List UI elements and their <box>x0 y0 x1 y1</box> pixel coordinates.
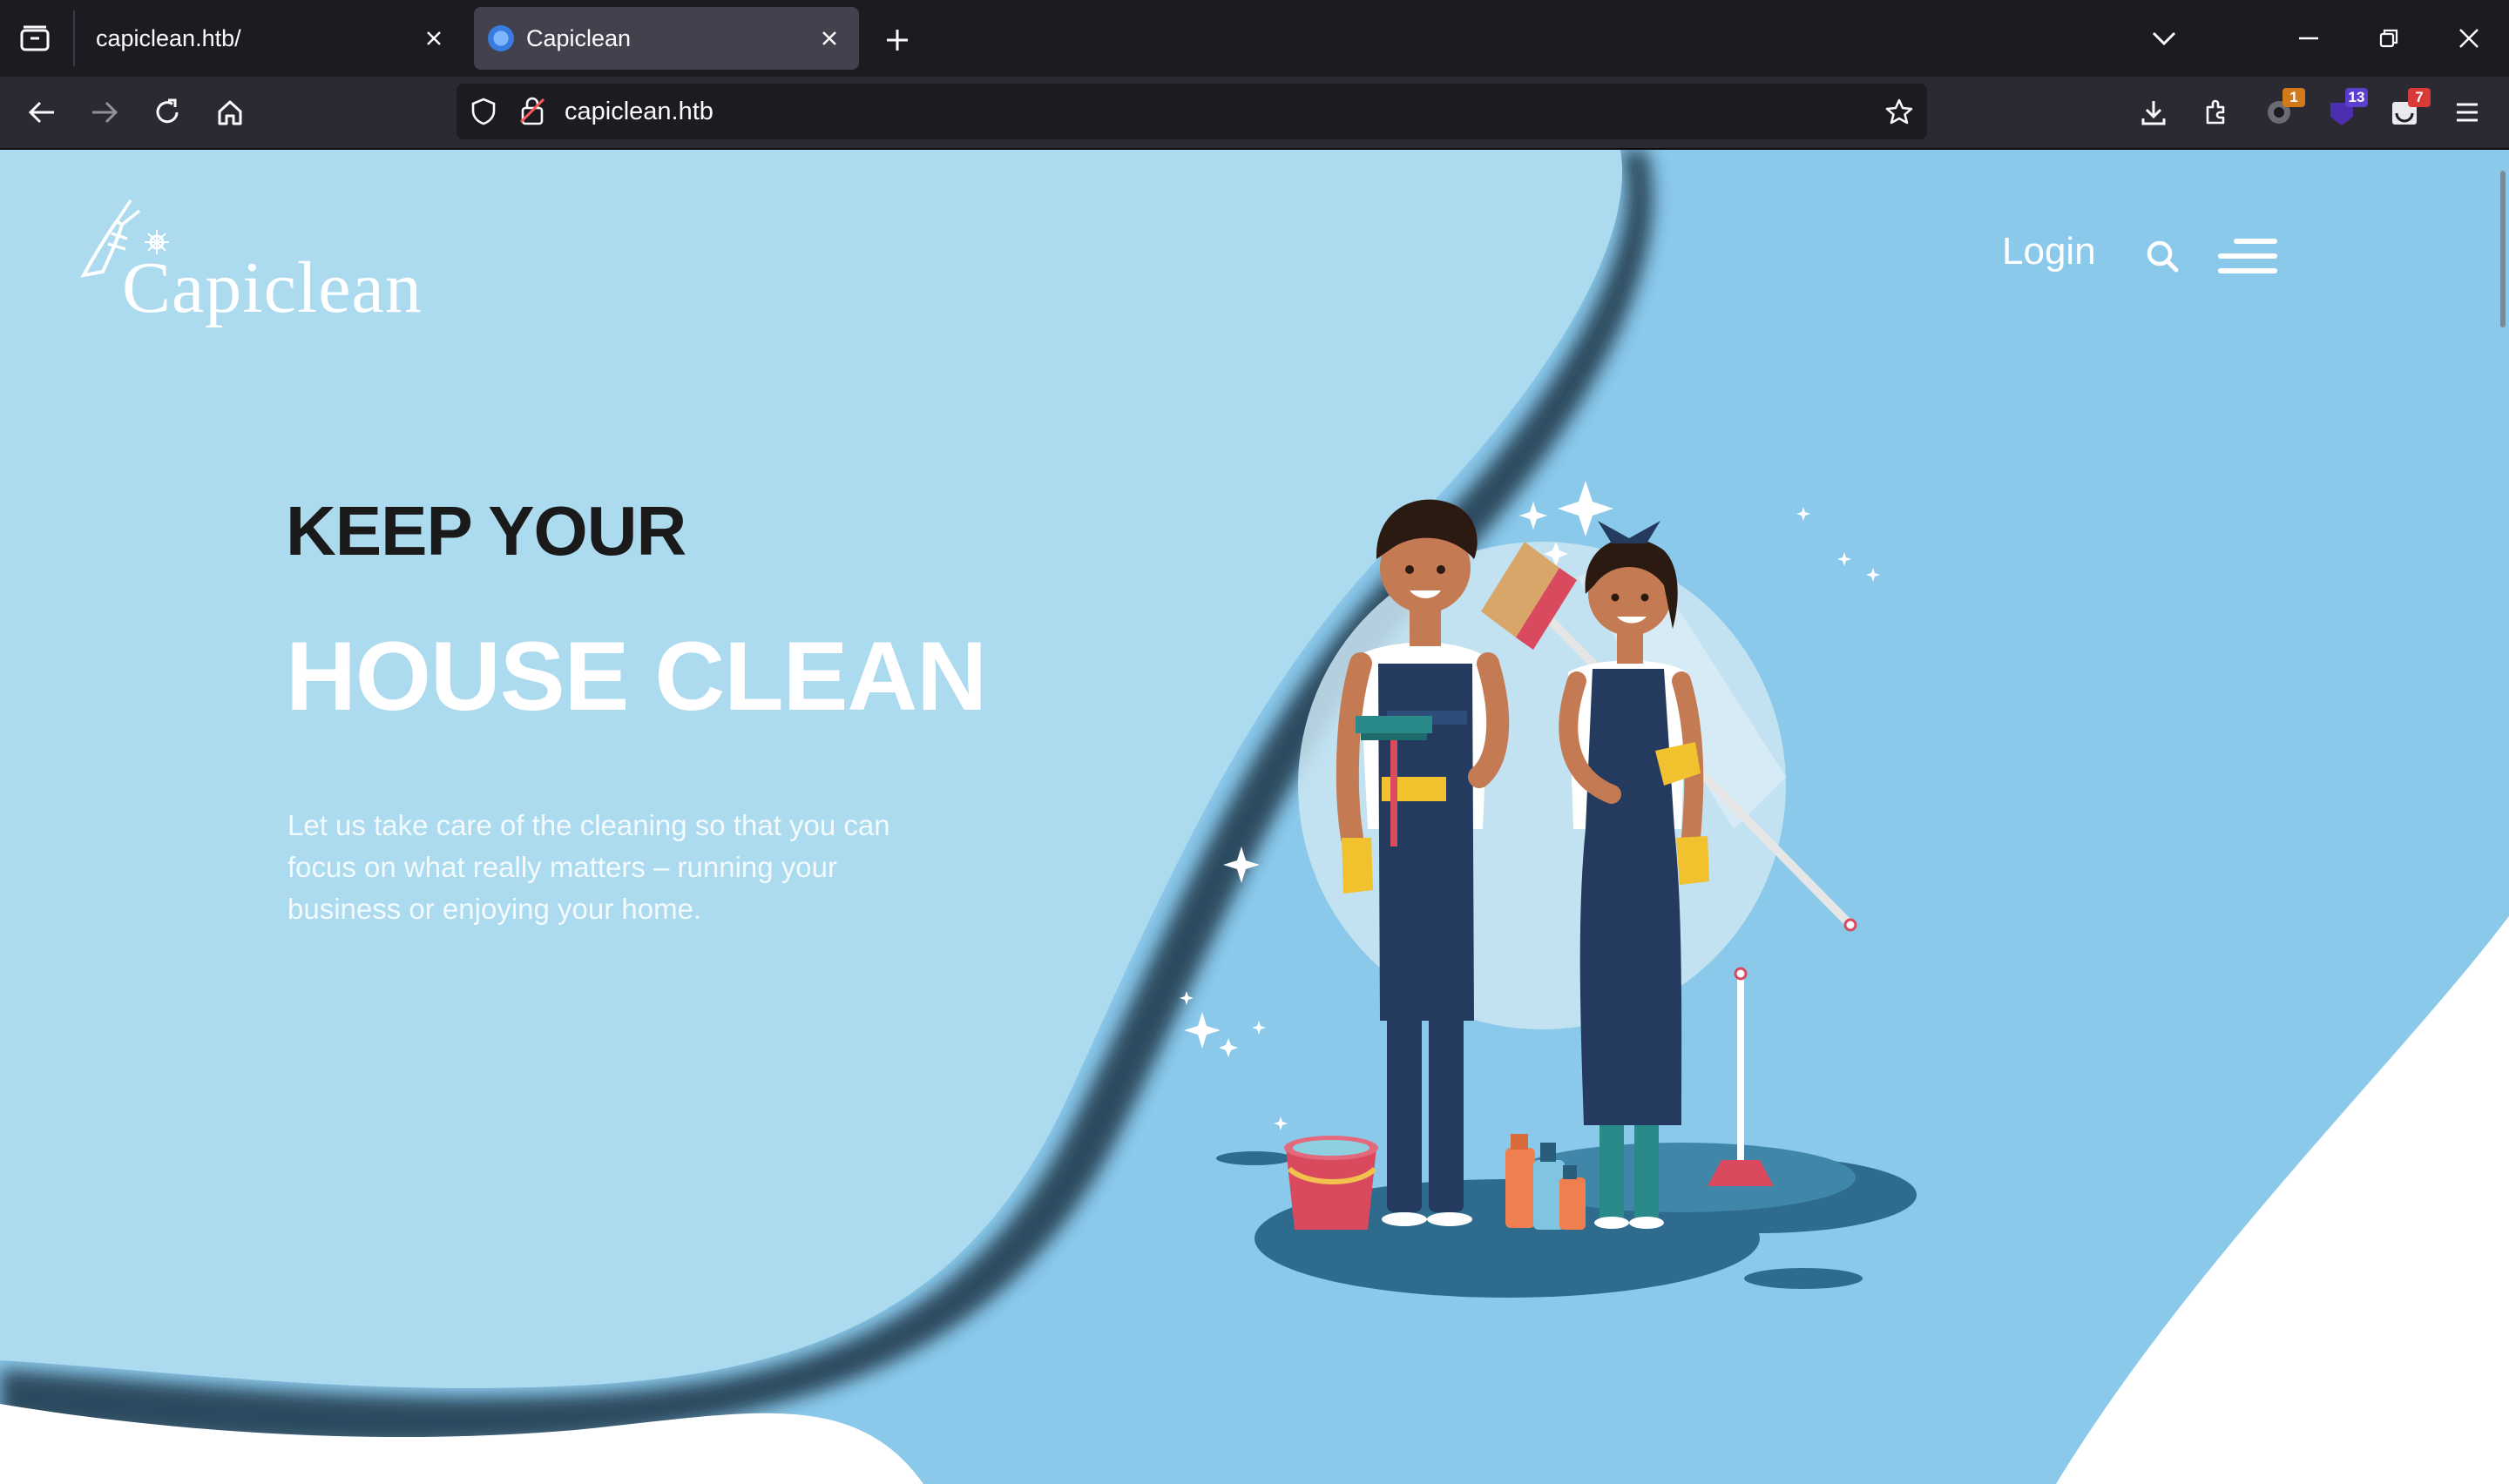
new-tab-icon[interactable] <box>880 23 915 57</box>
forward-icon[interactable] <box>84 91 125 133</box>
minimize-icon[interactable] <box>2288 17 2330 59</box>
tab-separator <box>73 10 75 66</box>
hero-subtitle: KEEP YOUR <box>286 492 686 570</box>
tab-title: Capiclean <box>526 24 632 51</box>
reload-icon[interactable] <box>146 91 188 133</box>
hero-description: Let us take care of the cleaning so that… <box>287 809 890 925</box>
extension-2-icon[interactable]: 13 <box>2321 88 2368 133</box>
home-icon[interactable] <box>209 91 251 133</box>
extensions-icon[interactable] <box>2195 91 2237 133</box>
tab-capiclean[interactable]: Capiclean <box>474 7 859 70</box>
extension-3-icon[interactable]: 7 <box>2384 88 2431 133</box>
close-window-icon[interactable] <box>2448 17 2490 59</box>
shield-icon[interactable] <box>470 98 497 130</box>
back-icon[interactable] <box>21 91 63 133</box>
hamburger-icon[interactable] <box>2218 237 2277 275</box>
extension-badge: 13 <box>2345 88 2368 107</box>
star-icon[interactable] <box>1885 98 1913 130</box>
page-viewport: Capiclean Login KEEP YOUR HOUSE CLEAN Le… <box>0 150 2509 1484</box>
chevron-down-icon[interactable] <box>2143 17 2185 59</box>
tab-capiclean-root[interactable]: capiclean.htb/ <box>77 7 463 70</box>
address-bar[interactable]: capiclean.htb <box>456 84 1927 139</box>
download-icon[interactable] <box>2133 91 2174 133</box>
lock-icon[interactable] <box>519 96 545 130</box>
tab-bar: capiclean.htb/ Capiclean <box>0 0 2509 77</box>
tab-title: capiclean.htb/ <box>96 24 241 51</box>
url-text[interactable]: capiclean.htb <box>565 98 713 126</box>
scrollbar-thumb[interactable] <box>2500 171 2506 327</box>
hero-title: HOUSE CLEAN <box>286 622 987 731</box>
restore-icon[interactable] <box>2368 17 2410 59</box>
close-icon[interactable] <box>418 23 450 54</box>
extension-badge: 1 <box>2282 88 2305 107</box>
extension-1-icon[interactable]: 1 <box>2258 88 2305 133</box>
menu-icon[interactable] <box>2446 91 2488 133</box>
logo-text: Capiclean <box>122 247 423 328</box>
login-link[interactable]: Login <box>2002 230 2096 273</box>
close-icon[interactable] <box>814 23 845 54</box>
cleaners-illustration <box>1180 481 1917 1298</box>
tab-list-icon[interactable] <box>17 21 52 56</box>
search-icon[interactable] <box>2143 237 2181 275</box>
globe-icon <box>488 25 514 51</box>
site-logo[interactable]: Capiclean <box>77 195 422 343</box>
extension-badge: 7 <box>2408 88 2431 107</box>
navigation-toolbar: capiclean.htb 1 13 7 <box>0 77 2509 150</box>
